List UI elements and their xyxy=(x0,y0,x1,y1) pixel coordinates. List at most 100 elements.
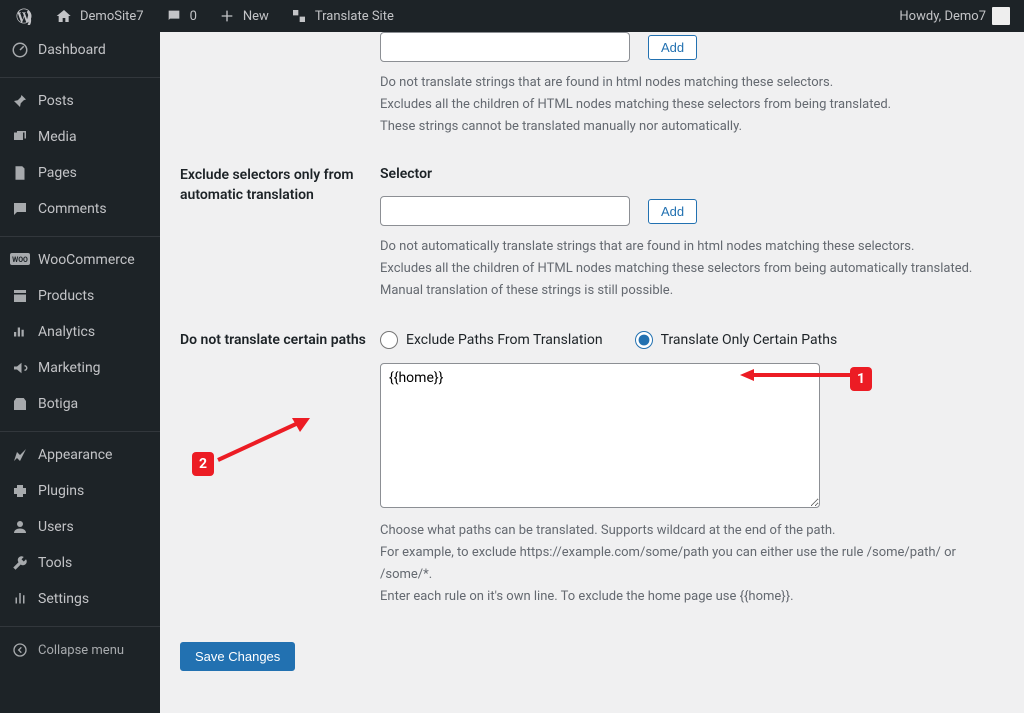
marketing-icon xyxy=(10,358,30,378)
annotation-marker-1: 1 xyxy=(850,367,872,391)
svg-text:WOO: WOO xyxy=(12,256,28,264)
sidebar-item-marketing[interactable]: Marketing xyxy=(0,350,160,386)
sidebar-item-comments[interactable]: Comments xyxy=(0,191,160,227)
sidebar-item-products[interactable]: Products xyxy=(0,278,160,314)
paths-textarea[interactable] xyxy=(380,363,820,508)
sidebar-item-label: Comments xyxy=(38,201,107,217)
pages-icon xyxy=(10,163,30,183)
selector-heading: Selector xyxy=(380,166,1004,182)
wp-logo[interactable] xyxy=(6,0,42,32)
sidebar-item-woocommerce[interactable]: WOO WooCommerce xyxy=(0,242,160,278)
sidebar-item-posts[interactable]: Posts xyxy=(0,83,160,119)
sidebar-item-label: Marketing xyxy=(38,360,101,376)
dashboard-icon xyxy=(10,40,30,60)
sidebar-item-label: Pages xyxy=(38,165,77,181)
comment-icon xyxy=(164,6,184,26)
exclude-auto-selector-input[interactable] xyxy=(380,196,630,226)
wordpress-icon xyxy=(14,6,34,26)
add-button[interactable]: Add xyxy=(648,35,697,60)
sidebar-item-tools[interactable]: Tools xyxy=(0,545,160,581)
help-text: Enter each rule on it's own line. To exc… xyxy=(380,586,1004,608)
sidebar-separator xyxy=(0,73,160,78)
sidebar-item-users[interactable]: Users xyxy=(0,509,160,545)
botiga-icon xyxy=(10,394,30,414)
section-label: Exclude selectors only from automatic tr… xyxy=(180,166,380,302)
help-text: Manual translation of these strings is s… xyxy=(380,280,1004,302)
radio-exclude-paths[interactable]: Exclude Paths From Translation xyxy=(380,331,603,349)
add-button[interactable]: Add xyxy=(648,199,697,224)
comments-link[interactable]: 0 xyxy=(156,0,205,32)
annotation-marker-2: 2 xyxy=(192,452,214,476)
sidebar-item-botiga[interactable]: Botiga xyxy=(0,386,160,422)
appearance-icon xyxy=(10,445,30,465)
radio-label-text: Translate Only Certain Paths xyxy=(661,332,838,348)
translate-label: Translate Site xyxy=(315,9,394,24)
sidebar-item-label: Appearance xyxy=(38,447,112,463)
translate-site[interactable]: Translate Site xyxy=(281,0,402,32)
sidebar: Dashboard Posts Media Pages Comments WOO… xyxy=(0,32,160,713)
avatar xyxy=(992,7,1010,25)
radio-translate-only[interactable]: Translate Only Certain Paths xyxy=(635,331,838,349)
sidebar-item-analytics[interactable]: Analytics xyxy=(0,314,160,350)
sidebar-item-label: Products xyxy=(38,288,94,304)
sidebar-item-label: Media xyxy=(38,129,77,145)
help-text: Excludes all the children of HTML nodes … xyxy=(380,94,1004,116)
annotation-arrow-1 xyxy=(740,367,850,383)
translate-icon xyxy=(289,6,309,26)
home-icon xyxy=(54,6,74,26)
new-label: New xyxy=(243,9,269,24)
radio-label-text: Exclude Paths From Translation xyxy=(406,332,603,348)
sidebar-item-label: Plugins xyxy=(38,483,84,499)
sidebar-item-pages[interactable]: Pages xyxy=(0,155,160,191)
analytics-icon xyxy=(10,322,30,342)
sidebar-item-label: Botiga xyxy=(38,396,78,412)
comments-icon xyxy=(10,199,30,219)
sidebar-item-label: Analytics xyxy=(38,324,95,340)
comments-count: 0 xyxy=(190,9,197,24)
help-text: For example, to exclude https://example.… xyxy=(380,542,1004,586)
plus-icon xyxy=(217,6,237,26)
help-text: Do not translate strings that are found … xyxy=(380,72,1004,94)
save-changes-button[interactable]: Save Changes xyxy=(180,642,295,671)
sidebar-item-appearance[interactable]: Appearance xyxy=(0,437,160,473)
help-text: Choose what paths can be translated. Sup… xyxy=(380,520,1004,542)
collapse-icon xyxy=(10,640,30,660)
site-name-label: DemoSite7 xyxy=(80,9,144,24)
products-icon xyxy=(10,286,30,306)
sidebar-item-label: Dashboard xyxy=(38,42,106,58)
sidebar-item-label: Posts xyxy=(38,93,74,109)
help-text: Excludes all the children of HTML nodes … xyxy=(380,258,1004,280)
radio-exclude-input[interactable] xyxy=(380,331,398,349)
exclude-selector-input[interactable] xyxy=(380,32,630,62)
tools-icon xyxy=(10,553,30,573)
plugins-icon xyxy=(10,481,30,501)
sidebar-item-dashboard[interactable]: Dashboard xyxy=(0,32,160,68)
annotation-arrow-2 xyxy=(214,414,310,464)
users-icon xyxy=(10,517,30,537)
settings-icon xyxy=(10,589,30,609)
sidebar-item-label: Tools xyxy=(38,555,72,571)
sidebar-item-label: WooCommerce xyxy=(38,252,135,268)
sidebar-separator xyxy=(0,427,160,432)
sidebar-separator xyxy=(0,622,160,627)
sidebar-item-plugins[interactable]: Plugins xyxy=(0,473,160,509)
woocommerce-icon: WOO xyxy=(10,250,30,270)
admin-bar: DemoSite7 0 New Translate Site Howdy, De… xyxy=(0,0,1024,32)
collapse-menu[interactable]: Collapse menu xyxy=(0,632,160,668)
radio-translate-only-input[interactable] xyxy=(635,331,653,349)
user-menu[interactable]: Howdy, Demo7 xyxy=(891,0,1018,32)
sidebar-item-settings[interactable]: Settings xyxy=(0,581,160,617)
help-text: These strings cannot be translated manua… xyxy=(380,116,1004,138)
sidebar-separator xyxy=(0,232,160,237)
sidebar-item-label: Users xyxy=(38,519,74,535)
site-name[interactable]: DemoSite7 xyxy=(46,0,152,32)
help-text: Do not automatically translate strings t… xyxy=(380,236,1004,258)
main-content: Add Do not translate strings that are fo… xyxy=(160,32,1024,713)
howdy-label: Howdy, Demo7 xyxy=(899,9,986,24)
sidebar-item-media[interactable]: Media xyxy=(0,119,160,155)
sidebar-item-label: Settings xyxy=(38,591,89,607)
media-icon xyxy=(10,127,30,147)
collapse-label: Collapse menu xyxy=(38,643,124,658)
new-content[interactable]: New xyxy=(209,0,277,32)
pin-icon xyxy=(10,91,30,111)
